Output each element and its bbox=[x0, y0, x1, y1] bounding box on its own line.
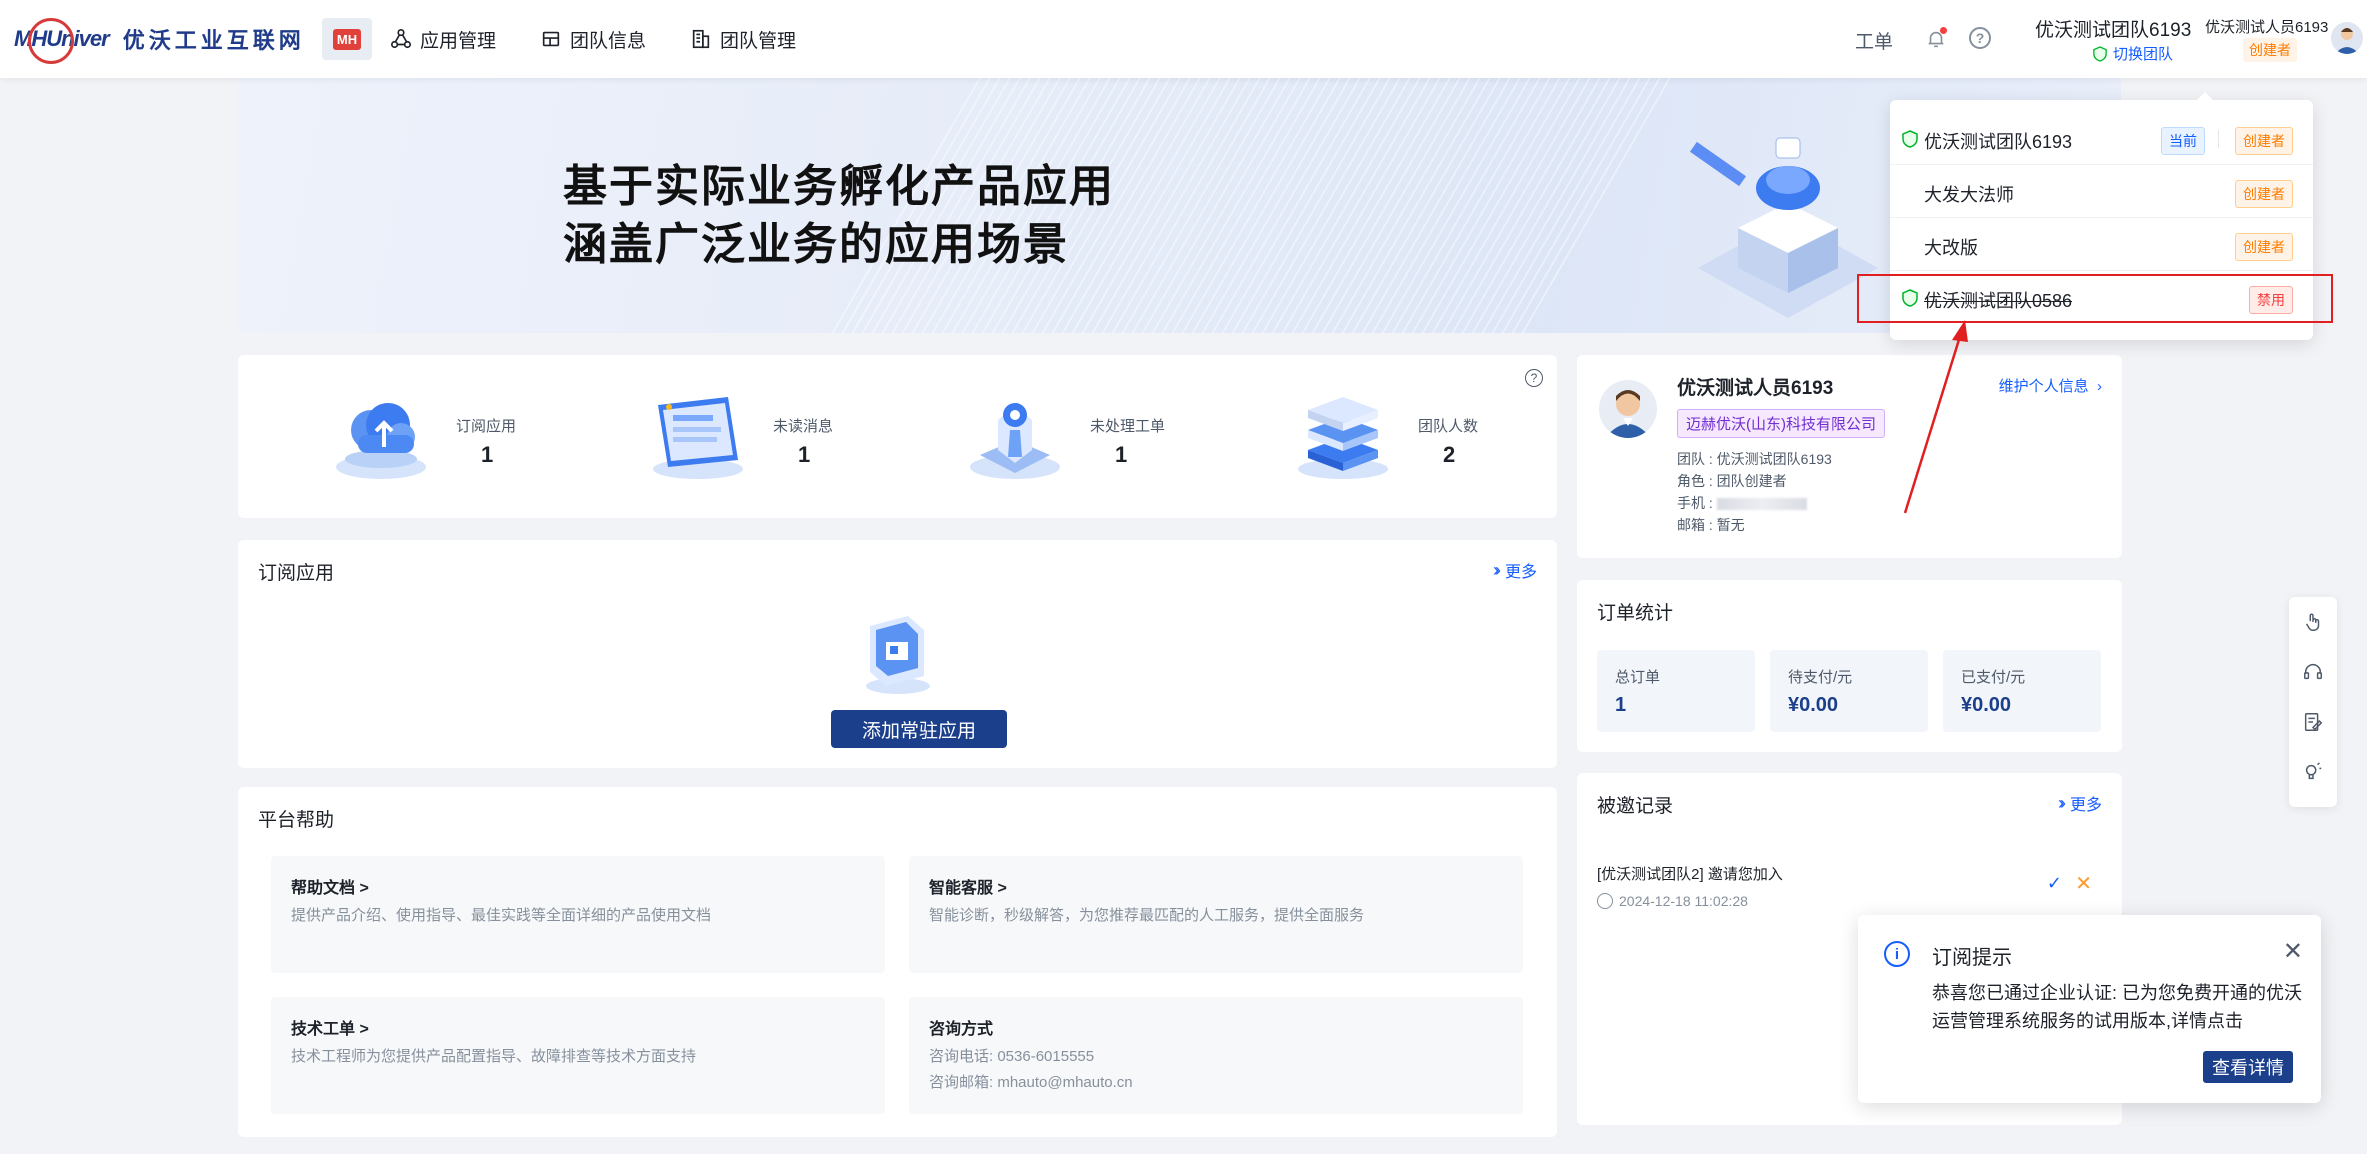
team-option[interactable]: 大改版 创建者 bbox=[1890, 218, 2313, 271]
section-title: 被邀记录 bbox=[1597, 796, 1674, 817]
logo-chinese-name: 优沃工业互联网 bbox=[122, 28, 305, 53]
contact-item: 咨询方式 咨询电话: 0536-6015555 咨询邮箱: mhauto@mha… bbox=[909, 997, 1523, 1114]
nav-team-management[interactable]: 团队管理 bbox=[690, 26, 796, 53]
switch-team-link[interactable]: 切换团队 bbox=[2093, 43, 2173, 64]
company-badge: 迈赫优沃(山东)科技有限公司 bbox=[1677, 409, 1885, 438]
logo-mark: MHUniver bbox=[14, 18, 110, 64]
nav-team-info[interactable]: 团队信息 bbox=[540, 26, 646, 53]
help-icon[interactable]: ? bbox=[1969, 27, 1991, 49]
avatar bbox=[1599, 380, 1657, 438]
ticket-link[interactable]: 工单 bbox=[1855, 27, 1893, 54]
avatar[interactable] bbox=[2331, 22, 2363, 54]
notice-title: 订阅提示 bbox=[1932, 947, 2012, 969]
view-details-button[interactable]: 查看详情 bbox=[2203, 1051, 2293, 1083]
brand-logo[interactable]: MHUniver 优沃工业互联网 bbox=[14, 14, 305, 64]
help-docs-item[interactable]: 帮助文档 > 提供产品介绍、使用指导、最佳实践等全面详细的产品使用文档 bbox=[271, 856, 885, 973]
profile-card: 优沃测试人员6193 迈赫优沃(山东)科技有限公司 团队 : 优沃测试团队619… bbox=[1577, 355, 2122, 558]
role-tag: 创建者 bbox=[2235, 233, 2293, 261]
shield-icon bbox=[2093, 45, 2107, 62]
section-title: 平台帮助 bbox=[258, 810, 335, 831]
notification-dot bbox=[1940, 27, 1947, 34]
user-name[interactable]: 优沃测试人员6193 bbox=[2205, 16, 2328, 37]
profile-phone: 手机 : bbox=[1677, 493, 1807, 513]
more-link[interactable]: ›› 更多 bbox=[2058, 791, 2102, 815]
bell-icon[interactable] bbox=[1925, 27, 1947, 51]
home-badge[interactable]: MH bbox=[322, 18, 372, 60]
main-nav: 应用管理 团队信息 团队管理 bbox=[390, 0, 796, 78]
maintain-profile-link[interactable]: 维护个人信息 › bbox=[1999, 375, 2102, 396]
nav-label: 团队信息 bbox=[570, 30, 647, 52]
reject-close-icon[interactable]: ✕ bbox=[2075, 871, 2092, 896]
tap-gesture-icon[interactable] bbox=[2302, 611, 2324, 633]
server-stack-icon bbox=[1298, 397, 1388, 479]
stat-team-members[interactable]: 团队人数 2 bbox=[1288, 385, 1548, 495]
chevron-right-icon: › bbox=[2092, 378, 2102, 395]
role-tag: 创建者 bbox=[2235, 180, 2293, 208]
current-badge: 当前 bbox=[2161, 127, 2205, 155]
order-stats-card: 订单统计 总订单 1 待支付/元 ¥0.00 已支付/元 ¥0.00 bbox=[1577, 580, 2122, 752]
notice-body: 恭喜您已通过企业认证: 已为您免费开通的优沃运营管理系统服务的试用版本,详情点击 bbox=[1932, 983, 2302, 1031]
section-title: 订阅应用 bbox=[258, 563, 335, 584]
smart-support-item[interactable]: 智能客服 > 智能诊断，秒级解答，为您推荐最匹配的人工服务，提供全面服务 bbox=[909, 856, 1523, 973]
message-screen-icon bbox=[653, 397, 743, 479]
subscribed-apps-card: 订阅应用 ›› 更多 添加常驻应用 bbox=[238, 540, 1557, 768]
nav-label: 团队管理 bbox=[720, 30, 797, 52]
section-title: 订单统计 bbox=[1597, 603, 1674, 624]
subscription-notice: i 订阅提示 ✕ 恭喜您已通过企业认证: 已为您免费开通的优沃运营管理系统服务的… bbox=[1858, 915, 2321, 1103]
double-chevron-icon: ›› bbox=[1492, 559, 1501, 580]
profile-team: 团队 : 优沃测试团队6193 bbox=[1677, 451, 1832, 467]
nav-app-management[interactable]: 应用管理 bbox=[390, 26, 496, 53]
stat-subscribed-apps[interactable]: 订阅应用 1 bbox=[326, 385, 586, 495]
top-header: MHUniver 优沃工业互联网 MH 应用管理 团队信息 团队管理 工单 ? … bbox=[0, 0, 2367, 78]
close-icon[interactable]: ✕ bbox=[2283, 937, 2303, 966]
annotation-arrow bbox=[1903, 320, 1968, 514]
redacted-phone bbox=[1716, 498, 1807, 511]
order-total[interactable]: 总订单 1 bbox=[1597, 650, 1755, 732]
highlight-box bbox=[1857, 274, 2333, 323]
clock-icon bbox=[1597, 893, 1613, 909]
banner-headline: 基于实际业务孵化产品应用 涵盖广泛业务的应用场景 bbox=[563, 162, 1115, 269]
stat-pending-tickets[interactable]: 未处理工单 1 bbox=[960, 385, 1220, 495]
floating-toolbar bbox=[2289, 597, 2337, 807]
overview-stats-card: ? 订阅应用 1 未读消息 1 未处理工单 1 团队人数 2 bbox=[238, 355, 1557, 518]
team-option[interactable]: 优沃测试团队6193 当前 创建者 bbox=[1890, 112, 2313, 165]
nav-label: 应用管理 bbox=[420, 30, 497, 52]
lightbulb-icon[interactable] bbox=[2302, 761, 2324, 783]
platform-help-card: 平台帮助 帮助文档 > 提供产品介绍、使用指导、最佳实践等全面详细的产品使用文档… bbox=[238, 787, 1557, 1137]
role-tag: 创建者 bbox=[2235, 127, 2293, 155]
order-paid[interactable]: 已支付/元 ¥0.00 bbox=[1943, 650, 2101, 732]
info-icon: i bbox=[1884, 941, 1910, 967]
layout-icon bbox=[542, 31, 560, 47]
cloud-upload-icon bbox=[336, 403, 426, 479]
double-chevron-icon: ›› bbox=[2057, 792, 2066, 813]
order-unpaid[interactable]: 待支付/元 ¥0.00 bbox=[1770, 650, 1928, 732]
headset-icon[interactable] bbox=[2302, 661, 2324, 683]
stat-unread-messages[interactable]: 未读消息 1 bbox=[643, 385, 903, 495]
profile-role: 角色 : 团队创建者 bbox=[1677, 473, 1787, 489]
more-link[interactable]: ›› 更多 bbox=[1493, 558, 1537, 582]
shield-icon bbox=[1902, 130, 1918, 148]
current-team-name[interactable]: 优沃测试团队6193 bbox=[2035, 15, 2191, 42]
add-resident-app-button[interactable]: 添加常驻应用 bbox=[831, 710, 1007, 748]
hero-banner: 基于实际业务孵化产品应用 涵盖广泛业务的应用场景 bbox=[238, 78, 2121, 333]
team-option[interactable]: 大发大法师 创建者 bbox=[1890, 165, 2313, 218]
profile-email: 邮箱 : 暂无 bbox=[1677, 517, 1745, 533]
profile-name: 优沃测试人员6193 bbox=[1677, 378, 1834, 399]
role-tag: 创建者 bbox=[2243, 38, 2297, 62]
tech-ticket-item[interactable]: 技术工单 > 技术工程师为您提供产品配置指导、故障排查等技术方面支持 bbox=[271, 997, 885, 1114]
building-icon bbox=[692, 29, 710, 49]
empty-app-illustration bbox=[866, 616, 930, 694]
edit-document-icon[interactable] bbox=[2302, 711, 2324, 733]
list-item: [优沃测试团队2] 邀请您加入 2024-12-18 11:02:28 ✓ ✕ bbox=[1597, 866, 2092, 909]
gear-tray-icon bbox=[970, 403, 1060, 479]
network-icon bbox=[391, 29, 411, 49]
accept-check-icon[interactable]: ✓ bbox=[2047, 873, 2062, 894]
